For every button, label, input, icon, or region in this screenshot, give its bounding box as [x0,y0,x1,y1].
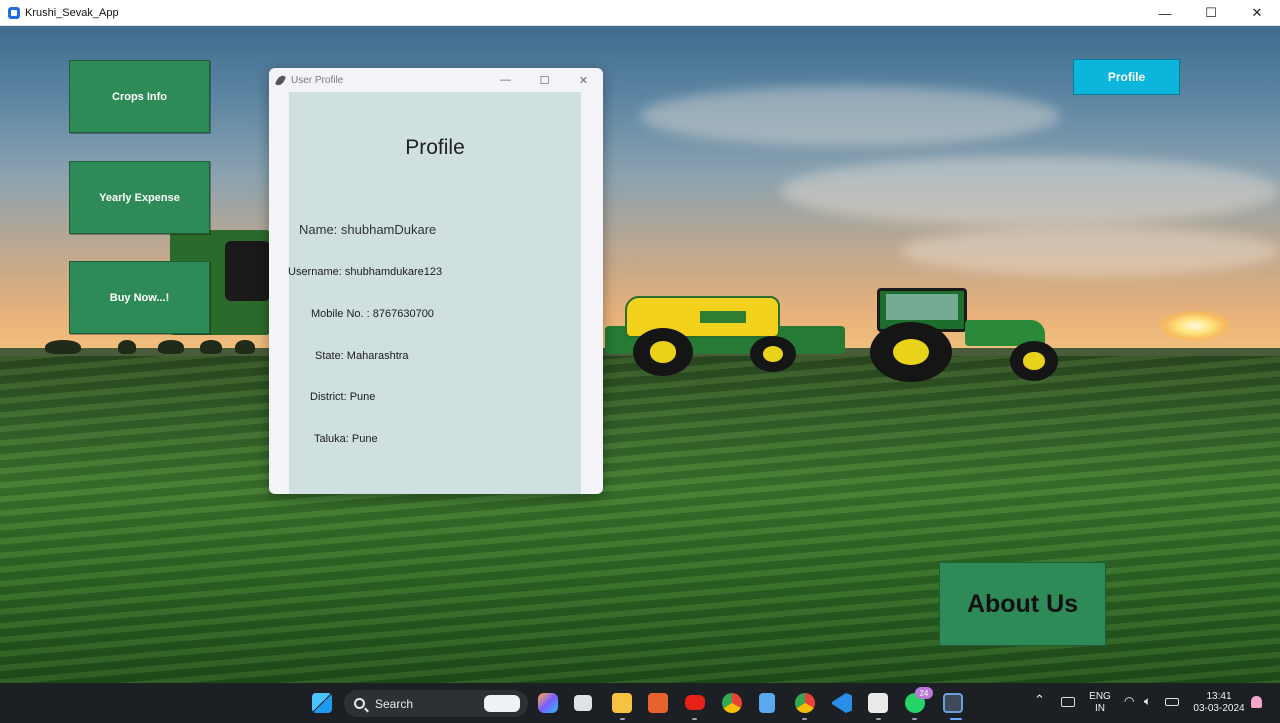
clock-date: 03-03-2024 [1193,703,1245,714]
sun [1160,311,1230,341]
running-indicator [912,718,917,720]
running-indicator [692,718,697,720]
windows-start-icon[interactable] [312,693,332,713]
profile-name: Name: shubhamDukare [299,222,437,237]
sprayer-wheel [750,336,796,372]
clock-time: 13:41 [1206,691,1232,702]
profile-button[interactable]: Profile [1073,59,1180,95]
copilot-icon[interactable] [538,693,558,713]
profile-heading: Profile [405,136,465,159]
profile-panel: Profile Name: shubhamDukare Username: sh… [288,92,581,494]
keyboard-icon[interactable] [1061,697,1075,707]
task-view-icon[interactable] [574,695,592,711]
crops-info-button[interactable]: Crops Info [69,60,210,133]
language-code: ENG [1089,691,1111,702]
tree [235,340,255,354]
minimize-button[interactable]: — [1142,0,1188,26]
region-code: IN [1095,703,1105,714]
cloud [640,86,1060,146]
cloud [780,156,1280,226]
yearly-expense-button[interactable]: Yearly Expense [69,161,210,234]
buy-now-button[interactable]: Buy Now...! [69,261,210,334]
wifi-icon[interactable]: ◠ [1124,695,1134,707]
cloud [900,226,1280,276]
close-button[interactable]: ✕ [1234,0,1280,26]
tractor-front-wheel [1010,341,1058,381]
profile-mobile: Mobile No. : 8767630700 [311,308,434,320]
battery-icon[interactable] [1165,698,1179,706]
running-indicator [802,718,807,720]
chevron-up-icon[interactable]: ⌃ [1034,693,1045,706]
about-us-button[interactable]: About Us [939,562,1106,646]
running-indicator [876,718,881,720]
tree [200,340,222,354]
notepad-icon[interactable] [759,693,775,713]
dialog-close-button[interactable]: ✕ [564,68,603,92]
youtube-icon[interactable] [685,695,705,710]
whatsapp-unread-badge: 24 [915,687,933,699]
user-profile-dialog: User Profile — ☐ ✕ Profile Name: shubham… [269,68,603,494]
sprayer-wheel [633,328,693,376]
dialog-titlebar: User Profile — ☐ ✕ [269,68,603,92]
dialog-minimize-button[interactable]: — [486,68,525,92]
tree [45,340,81,354]
running-indicator [620,718,625,720]
clock[interactable]: 13:41 03-03-2024 [1190,691,1248,715]
chrome-profile-icon[interactable] [795,693,815,713]
dialog-title: User Profile [291,74,344,86]
python-app-icon[interactable] [943,693,963,713]
active-indicator [950,718,962,720]
taskbar: Search 24 ⌃ ENG IN ◠ 🔈︎ 13:41 03-03-2024 [0,683,1280,723]
dialog-maximize-button[interactable]: ☐ [525,68,564,92]
store-icon[interactable] [648,693,668,713]
snipping-tool-icon[interactable] [868,693,888,713]
profile-district: District: Pune [310,391,376,403]
app-titlebar: Krushi_Sevak_App — ☐ ✕ [0,0,1280,26]
maximize-button[interactable]: ☐ [1188,0,1234,26]
profile-taluka: Taluka: Pune [314,433,378,445]
profile-state: State: Maharashtra [315,350,409,362]
feather-icon [275,73,286,87]
file-explorer-icon[interactable] [612,693,632,713]
search-label: Search [375,696,414,711]
tree [118,340,136,354]
sprayer-band [700,311,746,323]
tractor-rear-wheel [870,322,952,382]
machine-left-part [225,241,270,301]
vscode-icon[interactable] [832,693,852,713]
notification-bell-icon[interactable] [1251,696,1262,708]
volume-icon[interactable]: 🔈︎ [1144,695,1151,707]
chrome-icon[interactable] [722,693,742,713]
window-controls: — ☐ ✕ [1142,0,1280,26]
language-indicator[interactable]: ENG IN [1088,691,1112,715]
dialog-window-controls: — ☐ ✕ [486,68,603,92]
app-title: Krushi_Sevak_App [25,6,119,19]
tractor-window [886,294,958,320]
search-icon [354,698,365,709]
tree [158,340,184,354]
taskbar-search-box[interactable]: Search [344,690,528,717]
profile-username: Username: shubhamdukare123 [288,266,443,278]
search-highlight-icon [484,695,520,712]
app-icon [8,6,20,19]
